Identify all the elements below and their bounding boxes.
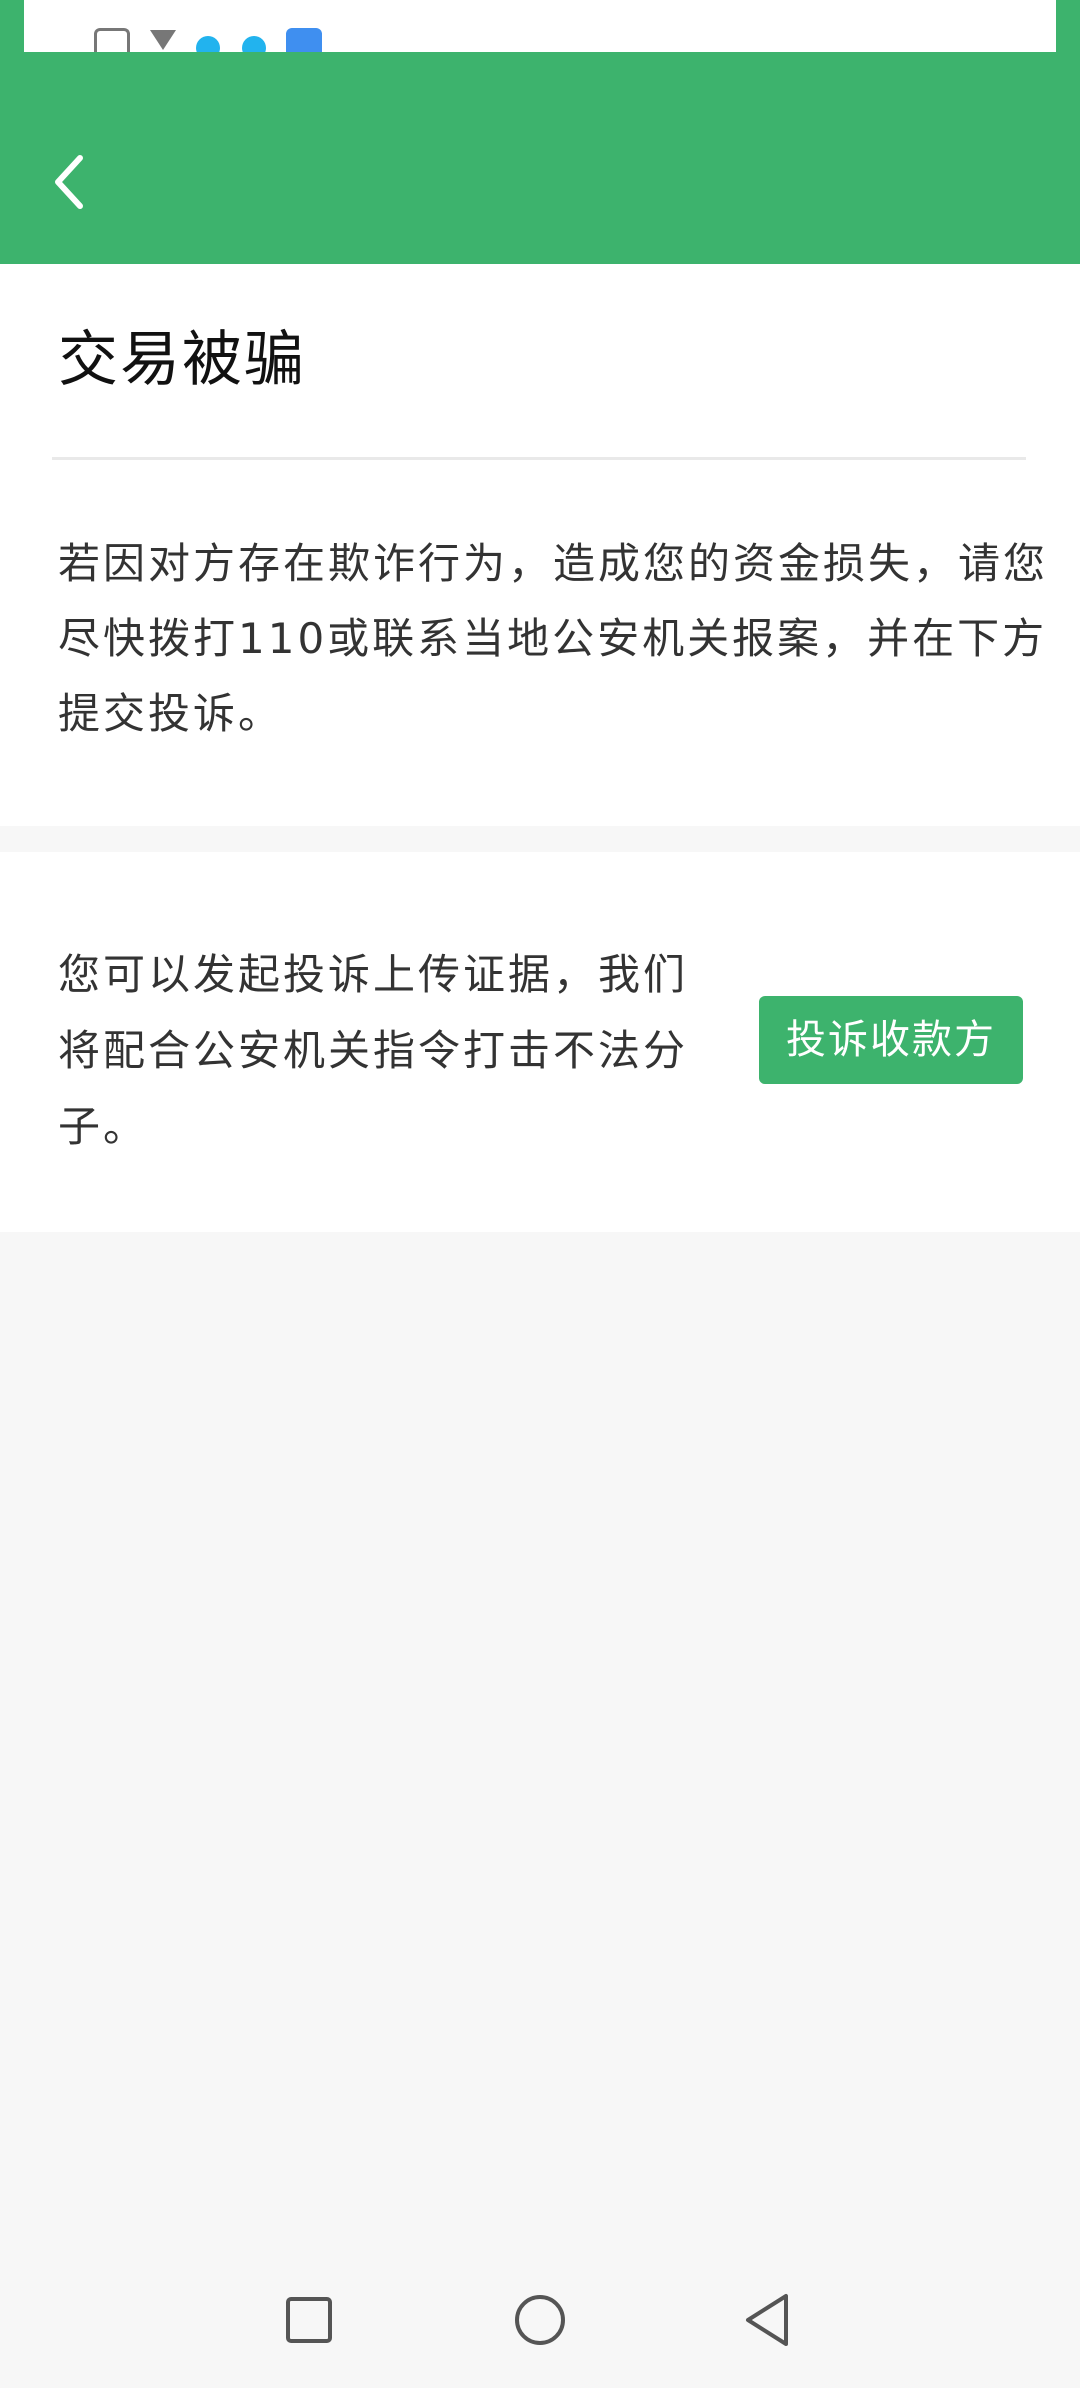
download-icon — [148, 28, 176, 52]
app-icon — [94, 28, 130, 52]
notification-card — [24, 0, 1056, 52]
fraud-info-card: 交易被骗 若因对方存在欺诈行为，造成您的资金损失，请您尽快拨打110或联系当地公… — [0, 264, 1080, 826]
home-circle-icon — [515, 2295, 565, 2345]
status-icons — [94, 28, 322, 52]
recents-square-icon — [286, 2297, 332, 2343]
divider — [52, 457, 1026, 460]
back-button[interactable] — [36, 150, 100, 214]
recents-button[interactable] — [259, 2270, 359, 2370]
cloud-icon — [286, 28, 322, 52]
notification-dot-icon — [194, 28, 222, 52]
complaint-card: 您可以发起投诉上传证据，我们将配合公安机关指令打击不法分子。 投诉收款方 — [0, 852, 1080, 1232]
back-triangle-icon — [746, 2294, 788, 2346]
complaint-description: 您可以发起投诉上传证据，我们将配合公安机关指令打击不法分子。 — [58, 950, 689, 1151]
home-button[interactable] — [490, 2270, 590, 2370]
back-nav-button[interactable] — [718, 2270, 818, 2370]
chevron-left-icon — [55, 155, 83, 209]
header-bar — [0, 52, 1080, 264]
fraud-description: 若因对方存在欺诈行为，造成您的资金损失，请您尽快拨打110或联系当地公安机关报案… — [58, 539, 1049, 738]
notification-dot-icon — [240, 28, 268, 52]
page-title: 交易被骗 — [58, 325, 306, 395]
system-nav-bar — [0, 2270, 1080, 2388]
complain-payee-button[interactable]: 投诉收款方 — [759, 996, 1023, 1084]
status-bar-background — [0, 0, 1080, 52]
